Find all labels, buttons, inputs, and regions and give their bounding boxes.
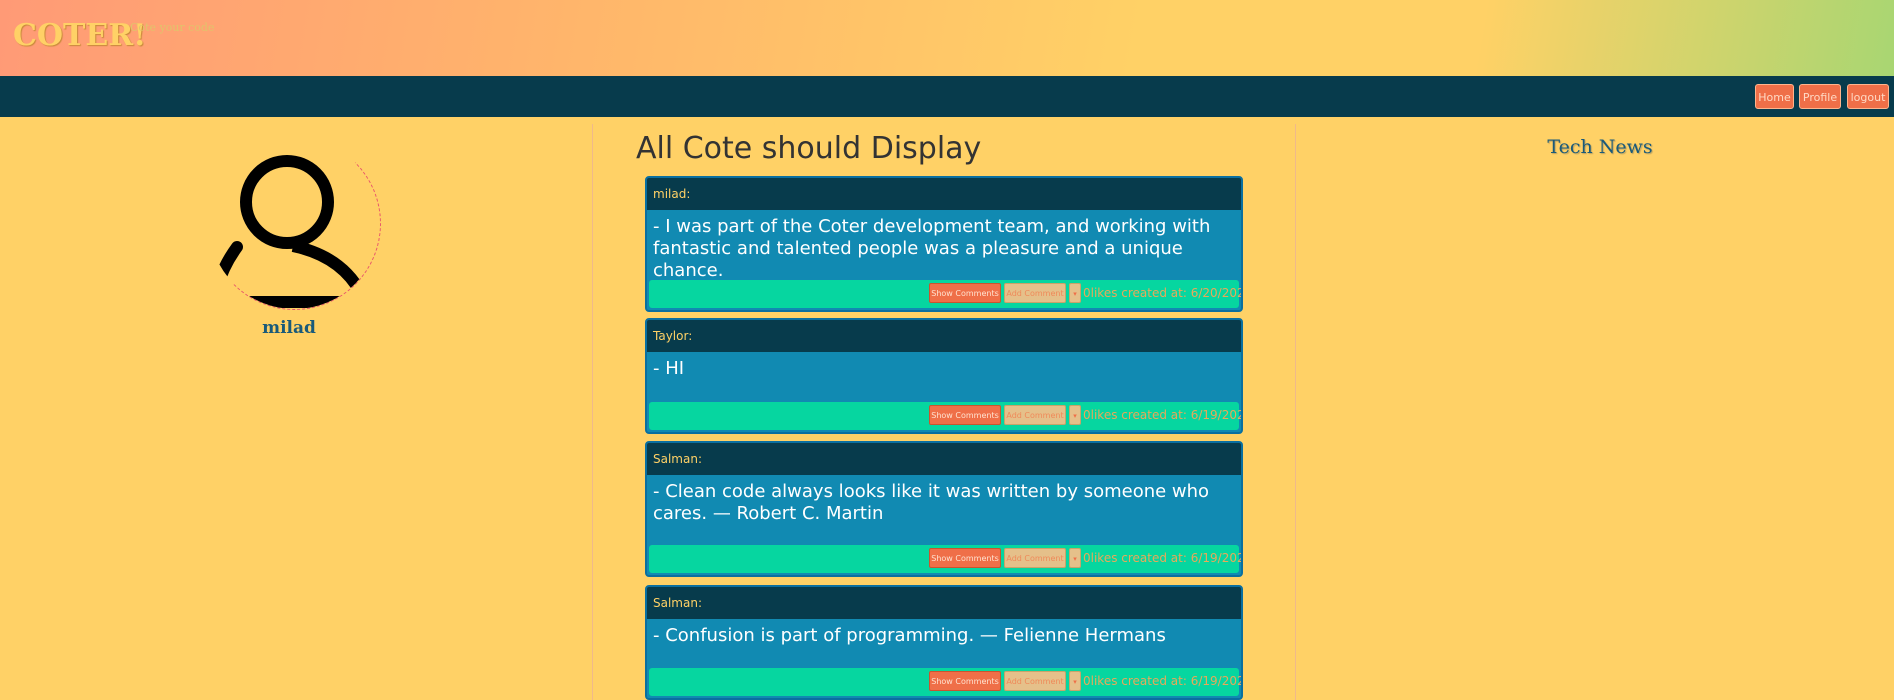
site-tagline: Cote your code xyxy=(130,21,215,34)
add-comment-button[interactable]: Add Comment xyxy=(1004,548,1066,568)
site-logo[interactable]: COTER! xyxy=(13,18,146,53)
dropdown-toggle-button[interactable]: ▾ xyxy=(1069,283,1081,303)
column-divider-left xyxy=(592,124,593,700)
post-footer: Show Comments Add Comment ▾ 0likes creat… xyxy=(649,402,1241,430)
logout-button[interactable]: logout xyxy=(1847,84,1889,109)
show-comments-button[interactable]: Show Comments xyxy=(929,671,1001,691)
post-meta: 0likes created at: 6/19/2023 xyxy=(1083,674,1243,688)
home-button[interactable]: Home xyxy=(1755,84,1794,109)
post-author: Salman: xyxy=(647,443,1241,475)
post-text: - HI xyxy=(653,358,685,379)
post-text: - Confusion is part of programming. — Fe… xyxy=(653,625,1166,646)
post-author: milad: xyxy=(647,178,1241,210)
post-text: - Clean code always looks like it was wr… xyxy=(653,481,1210,524)
show-comments-button[interactable]: Show Comments xyxy=(929,405,1001,425)
post-meta: 0likes created at: 6/19/2023 xyxy=(1083,408,1243,422)
post-card: Salman: - Clean code always looks like i… xyxy=(645,441,1243,577)
post-card: Taylor: - HI Show Comments Add Comment ▾… xyxy=(645,318,1243,434)
dropdown-toggle-button[interactable]: ▾ xyxy=(1069,671,1081,691)
post-meta: 0likes created at: 6/20/2023 xyxy=(1083,286,1243,300)
navbar xyxy=(0,76,1894,117)
show-comments-button[interactable]: Show Comments xyxy=(929,548,1001,568)
page-title: All Cote should Display xyxy=(636,131,982,166)
post-footer: Show Comments Add Comment ▾ 0likes creat… xyxy=(649,280,1241,308)
add-comment-button[interactable]: Add Comment xyxy=(1004,283,1066,303)
post-author: Taylor: xyxy=(647,320,1241,352)
post-footer: Show Comments Add Comment ▾ 0likes creat… xyxy=(649,545,1241,573)
site-header: COTER! Cote your code xyxy=(0,0,1894,76)
dropdown-toggle-button[interactable]: ▾ xyxy=(1069,548,1081,568)
add-comment-button[interactable]: Add Comment xyxy=(1004,405,1066,425)
post-meta: 0likes created at: 6/19/2023 xyxy=(1083,551,1243,565)
post-text: - I was part of the Coter development te… xyxy=(653,216,1211,281)
post-author: Salman: xyxy=(647,587,1241,619)
add-comment-button[interactable]: Add Comment xyxy=(1004,671,1066,691)
column-divider-right xyxy=(1295,124,1296,700)
show-comments-button[interactable]: Show Comments xyxy=(929,283,1001,303)
profile-username[interactable]: milad xyxy=(180,318,398,338)
post-footer: Show Comments Add Comment ▾ 0likes creat… xyxy=(649,668,1241,696)
user-icon xyxy=(211,155,367,308)
profile-button[interactable]: Profile xyxy=(1799,84,1841,109)
avatar[interactable] xyxy=(208,137,381,310)
tech-news-heading: Tech News xyxy=(1547,136,1653,158)
dropdown-toggle-button[interactable]: ▾ xyxy=(1069,405,1081,425)
post-card: milad: - I was part of the Coter develop… xyxy=(645,176,1243,312)
post-card: Salman: - Confusion is part of programmi… xyxy=(645,585,1243,700)
